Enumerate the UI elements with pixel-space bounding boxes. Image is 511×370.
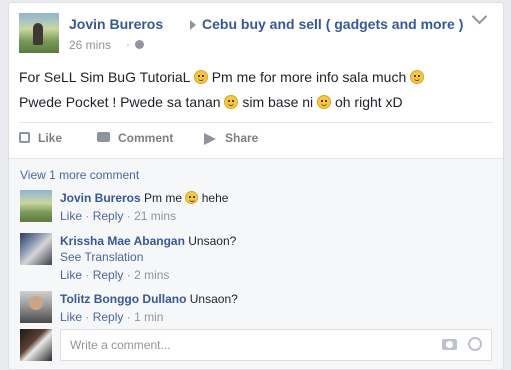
author-name[interactable]: Jovin Bureros <box>69 16 163 32</box>
comments-section: View 1 more comment Jovin Bureros Pm me … <box>9 158 503 369</box>
post-text: sim base ni <box>242 94 314 110</box>
meta-separator: · <box>126 310 131 324</box>
see-translation-link[interactable]: See Translation <box>60 250 143 264</box>
comment-meta: Like · Reply · 2 mins <box>60 268 169 282</box>
comment-icon <box>97 132 110 142</box>
post-header: Jovin Bureros Cebu buy and sell ( gadget… <box>19 8 489 53</box>
comment-reply-link[interactable]: Reply <box>93 310 124 324</box>
comment-label: Comment <box>118 131 174 145</box>
comment-like-link[interactable]: Like <box>60 209 82 223</box>
commenter-name[interactable]: Jovin Bureros <box>60 191 141 205</box>
comment-input[interactable]: Write a comment... <box>60 329 492 361</box>
comment-meta: Like · Reply · 1 min <box>60 310 163 324</box>
comment-body: Unsaon? <box>188 234 237 248</box>
group-arrow-icon <box>190 20 196 30</box>
avatar[interactable] <box>20 291 52 323</box>
post-text: Pm me for more info sala much <box>211 69 407 85</box>
like-label: Like <box>38 131 63 145</box>
write-comment-row: Write a comment... <box>20 329 492 361</box>
comment-text: Krissha Mae Abangan Unsaon? <box>60 233 236 249</box>
comment-reply-link[interactable]: Reply <box>93 209 124 223</box>
sticker-icon[interactable] <box>468 337 482 351</box>
post-line: For SeLL Sim BuG TutoriaL Pm me for more… <box>19 65 489 90</box>
avatar[interactable] <box>20 233 52 265</box>
meta-separator: · <box>126 268 131 282</box>
post-text: For SeLL Sim BuG TutoriaL <box>19 69 190 85</box>
comment-input-placeholder: Write a comment... <box>70 338 171 352</box>
comment-like-link[interactable]: Like <box>60 310 82 324</box>
meta-separator: · <box>85 310 90 324</box>
smiley-emoji-icon <box>185 191 199 204</box>
commenter-name[interactable]: Krissha Mae Abangan <box>60 234 185 248</box>
commenter-name[interactable]: Tolitz Bonggo Dullano <box>60 292 186 306</box>
share-button[interactable]: Share <box>204 131 258 145</box>
meta-separator: · <box>85 209 90 223</box>
post-text: oh right xD <box>334 94 403 110</box>
group-name[interactable]: Cebu buy and sell ( gadgets and more ) <box>202 16 463 32</box>
like-button[interactable]: Like <box>19 131 62 145</box>
comment-time[interactable]: 21 mins <box>134 209 176 223</box>
avatar[interactable] <box>20 190 52 222</box>
author-avatar[interactable] <box>19 13 59 53</box>
smiley-emoji-icon <box>410 70 425 84</box>
like-icon <box>19 132 30 143</box>
smiley-emoji-icon <box>224 95 239 109</box>
smiley-emoji-icon <box>317 95 332 109</box>
post-line: Pwede Pocket ! Pwede sa tanan sim base n… <box>19 90 489 115</box>
share-label: Share <box>225 131 259 145</box>
post-text: Pwede Pocket ! Pwede sa tanan <box>19 94 221 110</box>
comment-text: Tolitz Bonggo Dullano Unsaon? <box>60 291 238 307</box>
comment-time[interactable]: 2 mins <box>134 268 169 282</box>
meta-separator: · <box>126 209 131 223</box>
action-bar: Like Comment Share <box>19 122 493 156</box>
comment-body: Pm me <box>144 191 183 205</box>
view-more-comments-link[interactable]: View 1 more comment <box>20 168 139 182</box>
comment-like-link[interactable]: Like <box>60 268 82 282</box>
comment-reply-link[interactable]: Reply <box>93 268 124 282</box>
globe-icon <box>135 40 144 49</box>
chevron-down-icon[interactable] <box>471 8 488 25</box>
comment-time[interactable]: 1 min <box>134 310 163 324</box>
avatar[interactable] <box>20 329 52 361</box>
comment-body: Unsaon? <box>189 292 238 306</box>
post-body: For SeLL Sim BuG TutoriaL Pm me for more… <box>19 65 489 115</box>
smiley-emoji-icon <box>193 70 208 84</box>
comment-button[interactable]: Comment <box>97 131 173 145</box>
meta-separator: · <box>85 268 90 282</box>
comment-body: hehe <box>201 191 229 205</box>
comment-text: Jovin Bureros Pm me hehe <box>60 190 228 206</box>
post-card: Jovin Bureros Cebu buy and sell ( gadget… <box>8 2 504 370</box>
timestamp-separator: · <box>126 37 130 51</box>
camera-icon[interactable] <box>442 339 457 350</box>
share-icon <box>204 133 216 145</box>
post-timestamp[interactable]: 26 mins <box>69 38 111 52</box>
comment-meta: Like · Reply · 21 mins <box>60 209 176 223</box>
